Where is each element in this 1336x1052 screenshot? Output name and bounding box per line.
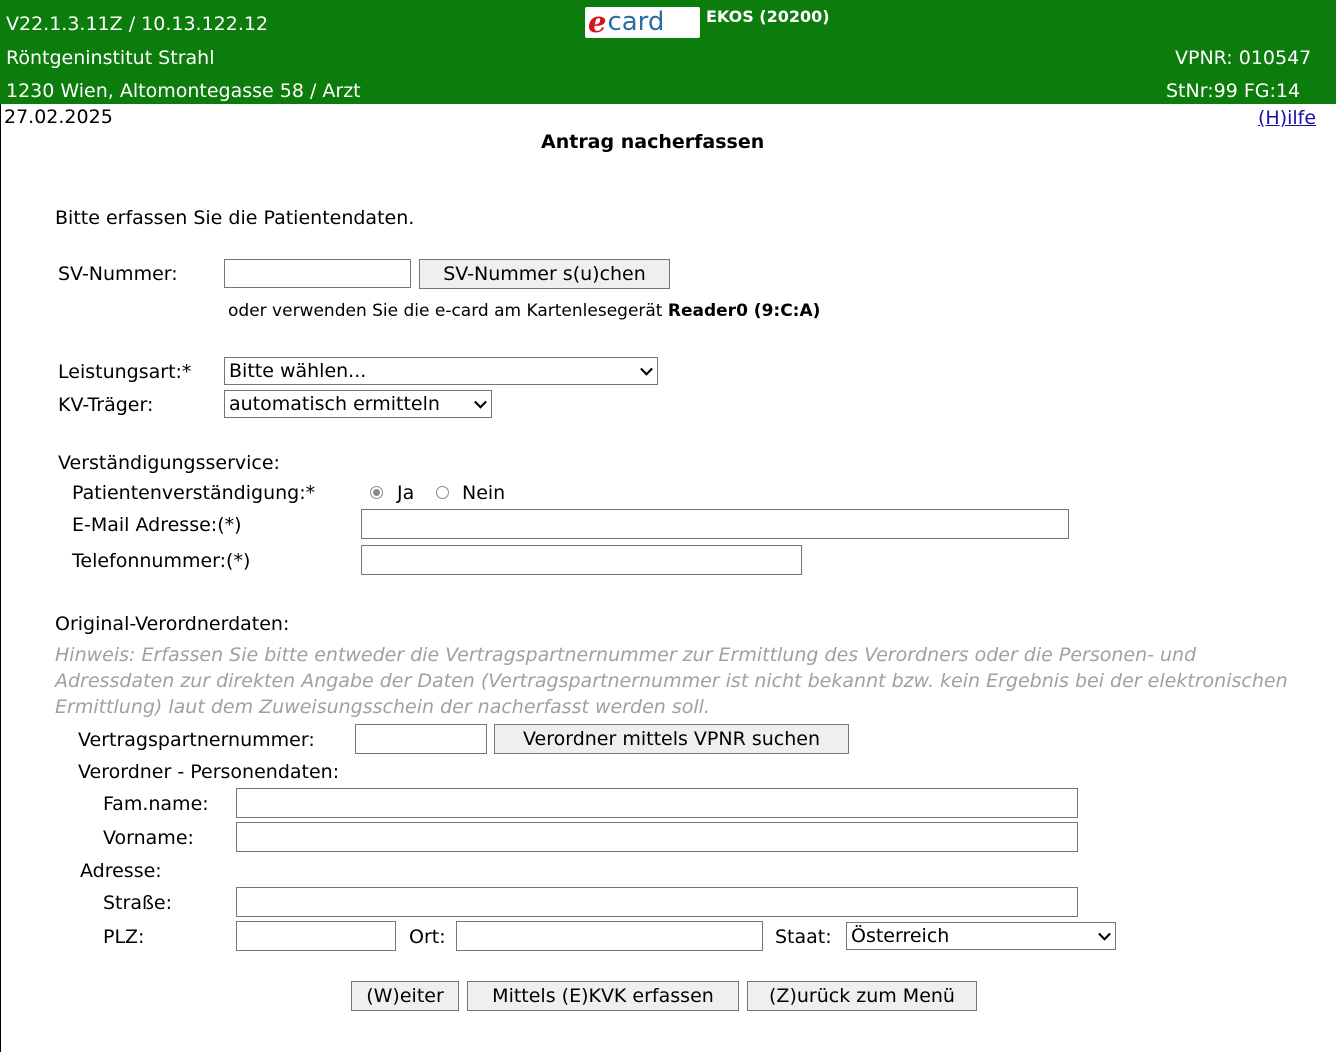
- stnr-fg-label: StNr:99 FG:14: [1166, 80, 1301, 102]
- chevron-down-icon: [640, 362, 653, 376]
- verstaendigung-section-label: Verständigungsservice:: [58, 452, 280, 474]
- plz-field[interactable]: [236, 921, 396, 951]
- address-role: 1230 Wien, Altomontegasse 58 / Arzt: [6, 80, 361, 102]
- kv-traeger-selected: automatisch ermitteln: [229, 393, 440, 415]
- ort-label: Ort:: [409, 926, 446, 948]
- staat-selected: Österreich: [851, 925, 950, 947]
- help-link[interactable]: (H)ilfe: [1258, 107, 1316, 129]
- verordner-hint: Hinweis: Erfassen Sie bitte entweder die…: [55, 644, 1288, 718]
- card-reader-hint-text: oder verwenden Sie die e-card am Kartenl…: [228, 301, 663, 321]
- page-title: Antrag nacherfassen: [541, 131, 765, 153]
- email-field[interactable]: [361, 509, 1069, 539]
- notification-no-radio[interactable]: [436, 486, 449, 499]
- ecard-logo: e card: [585, 7, 700, 38]
- ort-field[interactable]: [456, 921, 763, 951]
- notification-yes-label: Ja: [397, 482, 415, 504]
- vorname-label: Vorname:: [103, 827, 194, 849]
- vorname-field[interactable]: [236, 822, 1078, 852]
- chevron-down-icon: [1098, 927, 1111, 941]
- notification-yes-radio[interactable]: [370, 486, 383, 499]
- famname-label: Fam.name:: [103, 793, 209, 815]
- strasse-field[interactable]: [236, 887, 1078, 917]
- card-reader-hint: oder verwenden Sie die e-card am Kartenl…: [228, 301, 820, 321]
- phone-field[interactable]: [361, 545, 802, 575]
- sv-number-input[interactable]: [224, 259, 411, 288]
- version-ip: V22.1.3.11Z / 10.13.122.12: [6, 13, 269, 35]
- strasse-label: Straße:: [103, 892, 173, 914]
- weiter-button[interactable]: (W)eiter: [351, 981, 459, 1011]
- ekos-label: EKOS (20200): [706, 7, 830, 26]
- ecard-logo-card: card: [607, 7, 665, 37]
- plz-label: PLZ:: [103, 926, 145, 948]
- staat-label: Staat:: [775, 926, 832, 948]
- leistungsart-label: Leistungsart:*: [58, 361, 192, 383]
- staat-select[interactable]: Österreich: [846, 922, 1116, 950]
- address-section-label: Adresse:: [80, 860, 162, 882]
- chevron-down-icon: [474, 395, 487, 409]
- card-reader-name: Reader0 (9:C:A): [667, 301, 821, 321]
- sv-number-search-button[interactable]: SV-Nummer s(u)chen: [419, 259, 670, 289]
- leistungsart-selected: Bitte wählen...: [229, 360, 367, 382]
- leistungsart-select[interactable]: Bitte wählen...: [224, 357, 658, 385]
- app-header: V22.1.3.11Z / 10.13.122.12 Röntgeninstit…: [0, 0, 1336, 104]
- institute-name: Röntgeninstitut Strahl: [6, 47, 215, 69]
- kv-traeger-label: KV-Träger:: [58, 394, 154, 416]
- intro-text: Bitte erfassen Sie die Patientendaten.: [55, 207, 415, 229]
- email-label: E-Mail Adresse:(*): [72, 514, 242, 536]
- current-date: 27.02.2025: [4, 106, 113, 128]
- sv-number-label: SV-Nummer:: [58, 263, 178, 285]
- vpnr-field-label: Vertragspartnernummer:: [78, 729, 315, 751]
- ekvk-button[interactable]: Mittels (E)KVK erfassen: [467, 981, 739, 1011]
- phone-label: Telefonnummer:(*): [72, 550, 251, 572]
- notification-no-label: Nein: [462, 482, 506, 504]
- kv-traeger-select[interactable]: automatisch ermitteln: [224, 390, 492, 418]
- back-to-menu-button[interactable]: (Z)urück zum Menü: [747, 981, 977, 1011]
- verordner-section-label: Original-Verordnerdaten:: [55, 613, 290, 635]
- vpnr-label: VPNR: 010547: [1175, 47, 1312, 69]
- patient-notification-label: Patientenverständigung:*: [72, 482, 316, 504]
- famname-field[interactable]: [236, 788, 1078, 818]
- vpnr-input[interactable]: [355, 724, 487, 754]
- person-data-label: Verordner - Personendaten:: [78, 761, 340, 783]
- vpnr-search-button[interactable]: Verordner mittels VPNR suchen: [494, 724, 849, 754]
- ecard-logo-e: e: [588, 5, 607, 39]
